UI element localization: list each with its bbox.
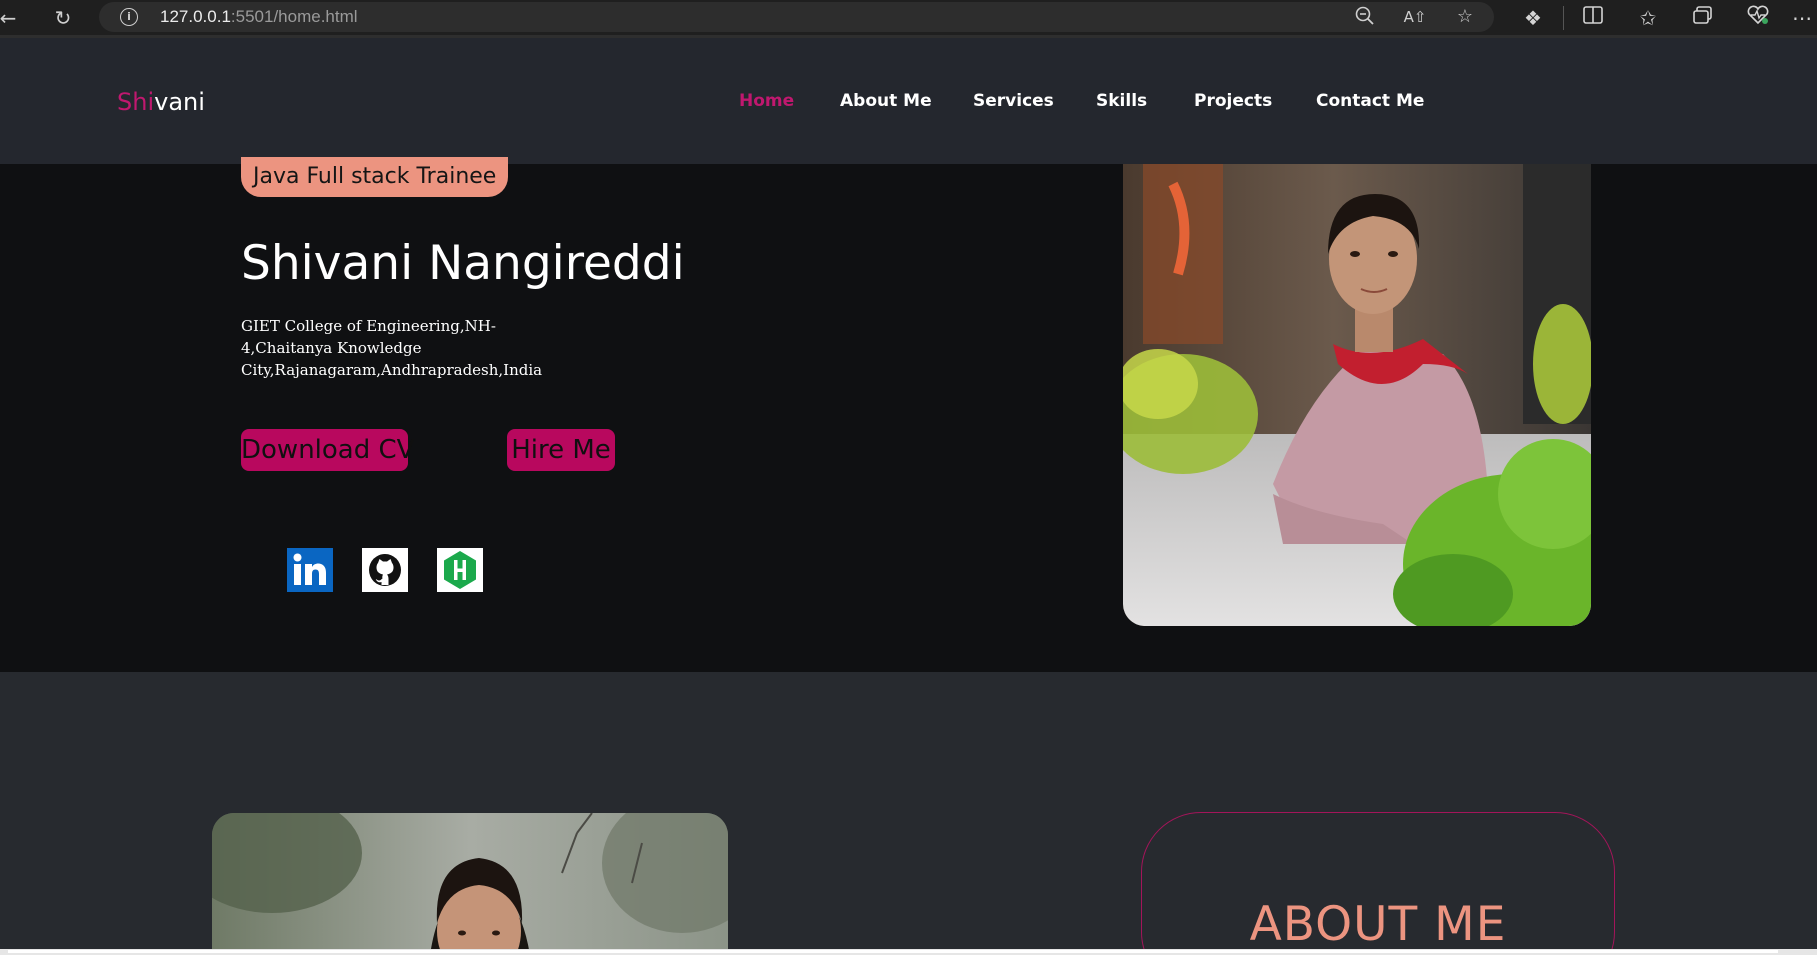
nav-services[interactable]: Services (973, 90, 1054, 112)
site-logo[interactable]: Shivani (117, 88, 205, 116)
nav-skills[interactable]: Skills (1096, 90, 1147, 112)
nav-projects[interactable]: Projects (1194, 90, 1272, 112)
hackerrank-icon[interactable] (437, 548, 483, 592)
about-photo (212, 813, 728, 955)
browser-toolbar: ← ↻ i 127.0.0.1:5501/home.html A⇧ ☆ ❖ ✩ … (0, 0, 1817, 38)
toolbar-divider (1563, 6, 1564, 30)
nav-about-me[interactable]: About Me (840, 90, 932, 112)
role-badge: Java Full stack Trainee (241, 157, 509, 197)
read-aloud-icon[interactable]: A⇧ (1403, 5, 1427, 29)
browser-essentials-icon[interactable] (1743, 4, 1773, 32)
zoom-out-icon[interactable] (1353, 5, 1377, 29)
site-header: Shivani Home About Me Services Skills Pr… (0, 38, 1817, 164)
logo-accent: Shi (117, 88, 155, 116)
url-path: :5501/home.html (230, 7, 358, 26)
about-title: ABOUT ME (1249, 897, 1507, 952)
about-card: ABOUT ME (1141, 812, 1615, 955)
favorite-star-icon[interactable]: ☆ (1453, 5, 1477, 29)
extensions-icon[interactable]: ❖ (1518, 4, 1548, 32)
download-cv-button[interactable]: Download CV (241, 429, 414, 471)
profile-photo (1123, 164, 1591, 626)
nav-contact-me[interactable]: Contact Me (1316, 90, 1424, 112)
hero-section: Java Full stack Trainee Shivani Nangired… (0, 157, 1817, 672)
collections-icon[interactable] (1688, 4, 1718, 32)
url-host: 127.0.0.1 (160, 7, 231, 26)
favorites-icon[interactable]: ✩ (1633, 4, 1663, 32)
split-screen-icon[interactable] (1578, 4, 1608, 32)
linkedin-icon[interactable] (287, 548, 333, 592)
back-icon[interactable]: ← (0, 4, 22, 32)
refresh-icon[interactable]: ↻ (49, 4, 77, 32)
address-line: GIET College of Engineering,NH- (241, 317, 496, 335)
nav-home[interactable]: Home (739, 90, 794, 112)
logo-rest: vani (154, 88, 205, 116)
about-section: ABOUT ME (0, 672, 1817, 955)
github-icon[interactable] (362, 548, 408, 592)
hero-name: Shivani Nangireddi (241, 236, 685, 291)
more-menu-icon[interactable]: ⋯ (1787, 4, 1817, 32)
horizontal-scrollbar[interactable] (0, 949, 1817, 955)
address-line: 4,Chaitanya Knowledge (241, 339, 422, 357)
url-text[interactable]: 127.0.0.1:5501/home.html (160, 7, 358, 27)
address-bar[interactable]: i 127.0.0.1:5501/home.html A⇧ ☆ (99, 2, 1494, 32)
address-line: City,Rajanagaram,Andhrapradesh,India (241, 361, 543, 379)
hire-me-button[interactable]: Hire Me (507, 429, 615, 471)
address-block: GIET College of Engineering,NH- 4,Chaita… (241, 315, 543, 381)
site-info-icon[interactable]: i (120, 8, 138, 26)
